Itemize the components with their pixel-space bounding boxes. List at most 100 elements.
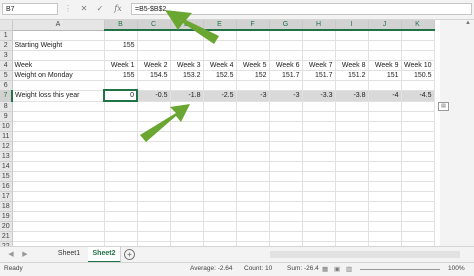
cell[interactable] <box>269 151 303 162</box>
cell[interactable] <box>170 80 204 91</box>
cell[interactable] <box>236 131 270 142</box>
cell[interactable] <box>137 101 171 112</box>
cell[interactable] <box>302 151 336 162</box>
cell[interactable] <box>170 121 204 132</box>
cell[interactable] <box>368 201 402 212</box>
cell[interactable] <box>137 131 171 142</box>
row-header-6[interactable]: 6 <box>0 80 13 91</box>
cell[interactable] <box>302 211 336 222</box>
row-header-11[interactable]: 11 <box>0 131 13 142</box>
cell[interactable] <box>137 80 171 91</box>
cell[interactable] <box>368 141 402 152</box>
cell[interactable] <box>335 50 369 61</box>
cell[interactable] <box>236 211 270 222</box>
cell[interactable] <box>170 171 204 182</box>
column-header-b[interactable]: B <box>104 20 138 31</box>
cell[interactable] <box>170 101 204 112</box>
cell-loss-8[interactable]: -3.8 <box>335 90 369 102</box>
cell[interactable] <box>269 191 303 202</box>
view-break-icon[interactable]: ▥ <box>346 265 352 273</box>
row-header-18[interactable]: 18 <box>0 201 13 212</box>
cell[interactable] <box>401 121 435 132</box>
cell[interactable] <box>203 30 237 41</box>
row-header-3[interactable]: 3 <box>0 50 13 61</box>
cell-a4-week-label[interactable]: Week <box>12 60 105 71</box>
cell[interactable] <box>104 151 138 162</box>
cell[interactable] <box>302 131 336 142</box>
cell[interactable] <box>335 191 369 202</box>
cell[interactable] <box>401 151 435 162</box>
cell[interactable] <box>203 131 237 142</box>
cell[interactable] <box>368 151 402 162</box>
cell[interactable] <box>137 30 171 41</box>
cell-loss-4[interactable]: -2.5 <box>203 90 237 102</box>
cell[interactable] <box>104 80 138 91</box>
cell-week-2[interactable]: Week 2 <box>137 60 171 71</box>
cell[interactable] <box>104 161 138 172</box>
cell[interactable] <box>335 161 369 172</box>
cell-week-1[interactable]: Week 1 <box>104 60 138 71</box>
cell[interactable] <box>269 131 303 142</box>
row-header-13[interactable]: 13 <box>0 151 13 162</box>
cell[interactable] <box>12 111 105 122</box>
cell-week-8[interactable]: Week 8 <box>335 60 369 71</box>
cell[interactable] <box>104 30 138 41</box>
cell[interactable] <box>269 101 303 112</box>
cell[interactable] <box>236 191 270 202</box>
row-header-14[interactable]: 14 <box>0 161 13 172</box>
cell[interactable] <box>236 80 270 91</box>
cell-week-3[interactable]: Week 3 <box>170 60 204 71</box>
cell-loss-3[interactable]: -1.8 <box>170 90 204 102</box>
cell[interactable] <box>170 111 204 122</box>
cell[interactable] <box>368 211 402 222</box>
cell[interactable] <box>269 30 303 41</box>
cell[interactable] <box>137 141 171 152</box>
cell[interactable] <box>269 161 303 172</box>
cell-loss-9[interactable]: -4 <box>368 90 402 102</box>
cell-loss-5[interactable]: -3 <box>236 90 270 102</box>
cell[interactable] <box>170 141 204 152</box>
cell[interactable] <box>401 161 435 172</box>
cell[interactable] <box>269 201 303 212</box>
cell[interactable] <box>12 151 105 162</box>
horizontal-scrollbar[interactable] <box>270 251 460 258</box>
cell[interactable] <box>236 121 270 132</box>
cell[interactable] <box>236 101 270 112</box>
cell[interactable] <box>236 50 270 61</box>
column-header-f[interactable]: F <box>236 20 270 31</box>
row-header-17[interactable]: 17 <box>0 191 13 202</box>
cell[interactable] <box>12 201 105 212</box>
cell[interactable] <box>401 191 435 202</box>
cell[interactable] <box>335 101 369 112</box>
cell[interactable] <box>170 201 204 212</box>
cell[interactable] <box>137 151 171 162</box>
cell[interactable] <box>401 181 435 192</box>
cell[interactable] <box>302 181 336 192</box>
cell[interactable] <box>236 111 270 122</box>
cell[interactable] <box>401 231 435 242</box>
cell[interactable] <box>137 121 171 132</box>
cell-a7-weight-loss-label[interactable]: Weight loss this year <box>12 90 105 102</box>
cell[interactable] <box>12 161 105 172</box>
cell[interactable] <box>104 221 138 232</box>
cell-weight-5[interactable]: 152 <box>236 70 270 81</box>
cell[interactable] <box>302 111 336 122</box>
cell[interactable] <box>137 171 171 182</box>
cell[interactable] <box>269 80 303 91</box>
cell-weight-10[interactable]: 150.5 <box>401 70 435 81</box>
cell[interactable] <box>335 80 369 91</box>
cell[interactable] <box>170 231 204 242</box>
cell[interactable] <box>203 151 237 162</box>
cell[interactable] <box>401 80 435 91</box>
cell[interactable] <box>368 50 402 61</box>
cell-week-4[interactable]: Week 4 <box>203 60 237 71</box>
row-header-2[interactable]: 2 <box>0 40 13 51</box>
cell[interactable] <box>12 101 105 112</box>
cell[interactable] <box>302 221 336 232</box>
name-box[interactable]: B7 <box>2 3 58 15</box>
cell[interactable] <box>368 101 402 112</box>
cell-weight-6[interactable]: 151.7 <box>269 70 303 81</box>
cell[interactable] <box>368 221 402 232</box>
cell[interactable] <box>203 211 237 222</box>
cell-week-5[interactable]: Week 5 <box>236 60 270 71</box>
